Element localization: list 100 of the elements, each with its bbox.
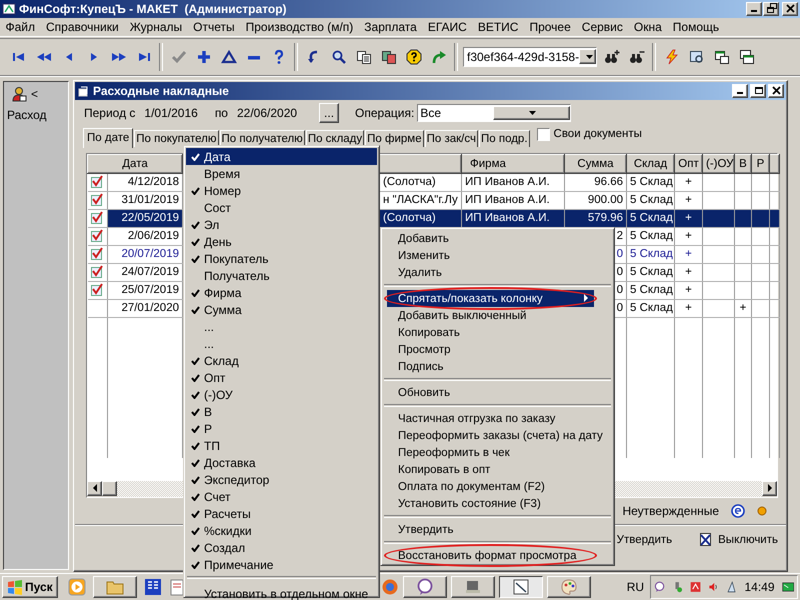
menu-item[interactable]: Склад — [186, 352, 377, 369]
palette-icon[interactable] — [560, 578, 578, 596]
menu-item[interactable]: Счет — [186, 488, 377, 505]
lightning-icon[interactable] — [664, 48, 680, 65]
close-button[interactable] — [768, 84, 784, 98]
menu-item[interactable]: Журналы — [124, 20, 188, 34]
book-icon[interactable] — [144, 578, 162, 596]
menu-item[interactable]: Просмотр — [383, 341, 612, 358]
start-button[interactable]: Пуск — [2, 576, 58, 598]
column-header[interactable]: Склад — [626, 154, 674, 174]
menu-item[interactable]: ЕГАИС — [422, 20, 472, 34]
plus-icon[interactable] — [196, 48, 212, 65]
tab[interactable]: По фирме — [365, 130, 424, 147]
menu-item[interactable]: (-)ОУ — [186, 386, 377, 403]
menu-item[interactable]: Обновить — [383, 384, 612, 401]
menu-item[interactable]: Частичная отгрузка по заказу — [383, 410, 612, 427]
menu-item[interactable]: Окна — [628, 20, 668, 34]
menu-item[interactable]: Помощь — [667, 20, 725, 34]
menu-item[interactable]: Переоформить в чек — [383, 444, 612, 461]
chat-bubble-icon[interactable] — [416, 578, 434, 596]
person-icon[interactable] — [11, 86, 27, 102]
menu-item[interactable]: Отчеты — [188, 20, 240, 34]
checkmark-icon[interactable] — [170, 48, 186, 65]
column-header[interactable] — [380, 154, 462, 174]
browser-icon[interactable] — [380, 578, 399, 596]
side-panel-label[interactable]: Расход — [7, 108, 65, 122]
menu-item[interactable]: Установить состояние (F3) — [383, 495, 612, 512]
documents-icon[interactable] — [380, 48, 396, 65]
menu-item[interactable]: Копировать — [383, 324, 612, 341]
column-header[interactable]: Опт — [674, 154, 702, 174]
menu-item[interactable]: Оплата по документам (F2) — [383, 478, 612, 495]
menu-item[interactable]: ТП — [186, 437, 377, 454]
language-indicator[interactable]: RU — [626, 580, 644, 594]
menu-item[interactable]: Примечание — [186, 556, 377, 573]
column-header[interactable]: Фирма — [462, 154, 564, 174]
minimize-button[interactable] — [732, 84, 748, 98]
notepad-icon[interactable] — [168, 578, 185, 596]
menu-item[interactable]: Фирма — [186, 284, 377, 301]
menu-item[interactable]: Расчеты — [186, 505, 377, 522]
menu-item[interactable]: Восстановить формат просмотра — [387, 547, 594, 564]
checkbox[interactable] — [536, 128, 550, 141]
menu-item[interactable]: Номер — [186, 182, 377, 199]
column-header[interactable]: (-)ОУ — [702, 154, 734, 174]
binoculars-minus-icon[interactable] — [628, 48, 644, 65]
tab[interactable]: По получателю — [220, 130, 305, 147]
menu-item[interactable]: Экспедитор — [186, 471, 377, 488]
tab[interactable]: По подр. — [478, 130, 530, 147]
menu-item[interactable]: Дата — [186, 148, 377, 165]
menu-item[interactable]: Прочее — [524, 20, 576, 34]
menu-item[interactable]: ВЕТИС — [472, 20, 524, 34]
menu-item[interactable]: В — [186, 403, 377, 420]
menu-item[interactable]: Эл — [186, 216, 377, 233]
search-icon[interactable] — [330, 48, 346, 65]
column-header[interactable] — [770, 154, 780, 174]
menu-item[interactable]: Сумма — [186, 301, 377, 318]
tab[interactable]: По покупателю — [134, 130, 218, 147]
play-icon[interactable] — [68, 578, 86, 596]
app-window-icon[interactable] — [512, 578, 530, 596]
tab[interactable]: По зак/сч — [424, 130, 478, 147]
menu-item[interactable]: День — [186, 233, 377, 250]
menu-item[interactable]: Получатель — [186, 267, 377, 284]
forward-arrow-icon[interactable] — [430, 48, 446, 65]
menu-item[interactable]: Подпись — [383, 358, 612, 375]
date-picker-button[interactable]: ... — [319, 102, 340, 123]
approve-button[interactable]: Утвердить — [614, 532, 674, 548]
maximize-button[interactable] — [750, 84, 766, 98]
menu-item[interactable]: Покупатель — [186, 250, 377, 267]
collapse-button[interactable]: < — [31, 86, 38, 101]
menu-item[interactable]: Создал — [186, 539, 377, 556]
record-combo[interactable]: f30ef364-429d-3158- — [463, 46, 597, 67]
copy-icon[interactable] — [356, 48, 372, 65]
help-icon[interactable] — [406, 48, 422, 65]
minimize-button[interactable] — [746, 2, 762, 16]
menu-item[interactable]: Установить в отдельном окне — [186, 585, 377, 600]
menu-item[interactable]: Производство (м/п) — [240, 20, 359, 34]
menu-item[interactable]: Переоформить заказы (счета) на дату — [383, 427, 612, 444]
menu-item[interactable]: Время — [186, 165, 377, 182]
menu-item[interactable]: Доставка — [186, 454, 377, 471]
window-search-icon[interactable] — [688, 48, 704, 65]
menu-item[interactable]: Утвердить — [383, 521, 612, 538]
cascade-windows-icon[interactable] — [738, 48, 754, 65]
menu-item[interactable]: ... — [186, 318, 377, 335]
column-header[interactable]: Дата — [88, 154, 182, 174]
menu-item[interactable]: Справочники — [40, 20, 124, 34]
menu-item[interactable]: Сост — [186, 199, 377, 216]
left-arrow-icon[interactable] — [92, 484, 98, 492]
restore-button[interactable] — [763, 2, 779, 16]
triangle-icon[interactable] — [220, 48, 236, 65]
column-header[interactable]: Сумма — [564, 154, 626, 174]
menu-item[interactable]: Зарплата — [358, 20, 422, 34]
menu-item[interactable]: %скидки — [186, 522, 377, 539]
disable-button[interactable]: Выключить — [696, 530, 780, 550]
menu-item[interactable]: Файл — [0, 20, 41, 34]
menu-item[interactable]: Сервис — [576, 20, 628, 34]
right-arrow-icon[interactable] — [766, 484, 772, 492]
close-button[interactable] — [782, 2, 798, 16]
tab[interactable]: По дате — [83, 128, 134, 148]
binoculars-plus-icon[interactable] — [604, 48, 620, 65]
windows-icon[interactable] — [714, 48, 730, 65]
column-header[interactable]: Р — [752, 154, 770, 174]
